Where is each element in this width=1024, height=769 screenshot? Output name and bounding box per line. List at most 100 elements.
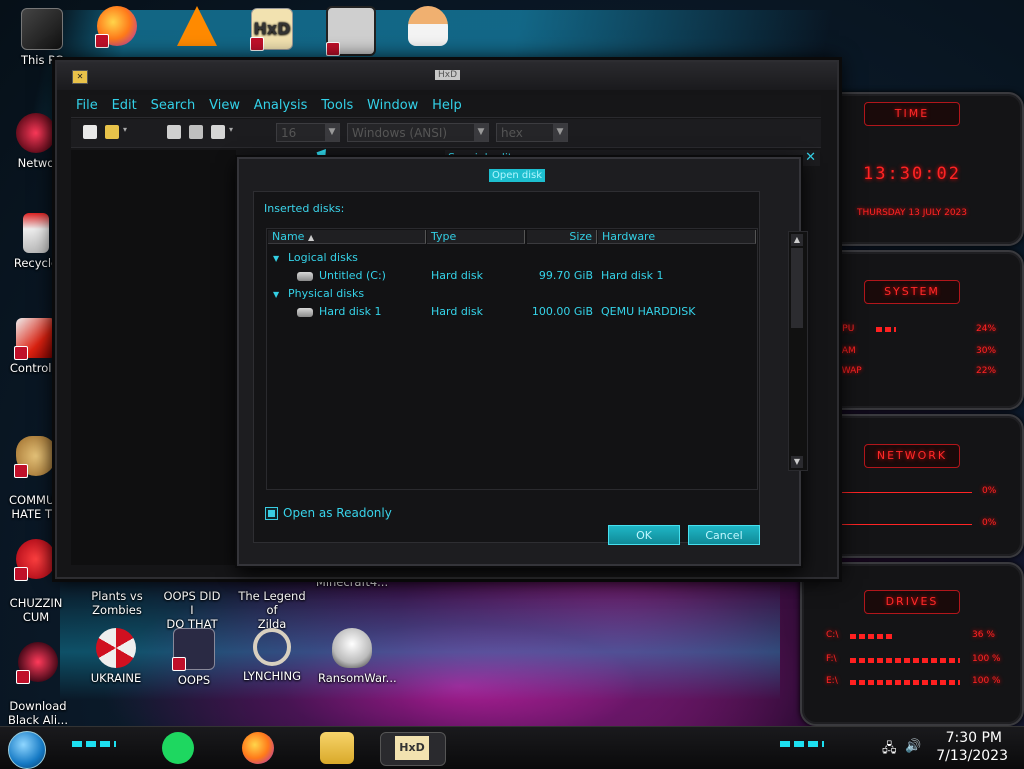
display-value: hex xyxy=(501,126,523,140)
radiation-icon xyxy=(96,628,136,668)
display-select[interactable]: hex ▼ xyxy=(496,123,568,142)
desktop-icon-label: Recycle xyxy=(13,256,59,270)
open-disk-dialog[interactable]: Open disk Inserted disks: Name ▲ Type Si… xyxy=(237,157,808,566)
volume-icon[interactable]: 🔊 xyxy=(905,739,921,754)
drive-c-value: 36 % xyxy=(972,630,995,640)
close-icon[interactable]: ✕ xyxy=(805,150,816,166)
open-folder-icon[interactable] xyxy=(105,125,119,139)
desktop-icon-label: CHUZZIN CUM xyxy=(9,596,63,624)
column-header-type[interactable]: Type xyxy=(427,230,525,244)
swap-value: 22% xyxy=(976,366,997,376)
hxd-app-icon[interactable]: ✕ xyxy=(72,70,88,84)
network-tray-icon[interactable]: 🖧 xyxy=(882,739,897,761)
taskbar-hxd-button[interactable]: HxD xyxy=(380,732,446,766)
menu-view[interactable]: View xyxy=(204,95,245,117)
desktop-icon-doctor[interactable] xyxy=(396,6,460,49)
column-header-name[interactable]: Name ▲ xyxy=(268,230,426,244)
drive-f-bar xyxy=(850,658,960,663)
desktop-icon-zilda[interactable]: The Legend of Zilda xyxy=(232,575,312,631)
menu-tools[interactable]: Tools xyxy=(316,95,358,117)
desktop-icon-vlc[interactable] xyxy=(165,6,229,49)
scroll-thumb[interactable] xyxy=(791,248,803,328)
disk-row[interactable]: Untitled (C:) Hard disk 99.70 GiB Hard d… xyxy=(267,267,755,285)
menu-search[interactable]: Search xyxy=(146,95,201,117)
readonly-label: Open as Readonly xyxy=(283,506,392,520)
group-row-physical[interactable]: ▼ Physical disks xyxy=(267,285,755,303)
chevron-down-icon[interactable]: ▾ xyxy=(123,125,131,139)
menu-analysis[interactable]: Analysis xyxy=(249,95,313,117)
computer-icon xyxy=(21,8,63,50)
desktop-icon-lynching[interactable]: LYNCHING xyxy=(240,628,304,683)
disk-list[interactable]: Name ▲ Type Size Hardware ▼ Logical disks… xyxy=(266,228,758,490)
sort-up-icon: ▲ xyxy=(307,233,315,242)
save-icon[interactable] xyxy=(211,125,225,139)
desktop-icon-label: The Legend of Zilda xyxy=(238,589,306,631)
vlc-icon xyxy=(177,6,217,46)
desktop-icon-plants-vs-zombies[interactable]: Plants vs Zombies xyxy=(85,575,149,617)
desktop-icon-label: RansomWar... xyxy=(318,671,397,685)
maze-icon xyxy=(326,6,376,56)
disk-hardware: Hard disk 1 xyxy=(601,269,664,282)
desktop-icon-this-pc[interactable]: This PC xyxy=(10,8,74,67)
network-down-value: 0% xyxy=(982,518,997,528)
chevron-down-icon: ▼ xyxy=(474,124,488,141)
hxd-icon: HxD xyxy=(250,8,293,51)
bytes-per-row-select[interactable]: 16 ▼ xyxy=(276,123,340,142)
desktop-icon-maze[interactable] xyxy=(319,6,383,59)
drive-f-value: 100 % xyxy=(972,654,1001,664)
network-graph-down xyxy=(842,524,972,525)
desktop-icon-ukraine[interactable]: UKRAINE xyxy=(84,628,148,685)
dialog-content: Inserted disks: Name ▲ Type Size Hardwar… xyxy=(253,191,760,543)
network-graph-up xyxy=(842,492,972,493)
group-expand-icon[interactable]: ▼ xyxy=(273,290,282,299)
hxd-titlebar[interactable]: ✕ HxD xyxy=(57,62,837,90)
scroll-up-icon[interactable]: ▲ xyxy=(791,234,803,246)
doctor-icon xyxy=(408,6,448,46)
ok-button[interactable]: OK xyxy=(608,525,680,545)
hard-disk-icon xyxy=(297,271,313,281)
time-gadget-title: TIME xyxy=(864,102,960,126)
menu-window[interactable]: Window xyxy=(362,95,423,117)
desktop-icon-oops-did-i[interactable]: OOPS DID I DO THAT xyxy=(160,575,224,631)
disk-icon[interactable] xyxy=(167,125,181,139)
readonly-checkbox[interactable] xyxy=(265,507,278,520)
dialog-title: Open disk xyxy=(489,169,546,182)
desktop-icon-oops[interactable]: OOPS xyxy=(162,628,226,687)
firefox-icon[interactable] xyxy=(242,732,274,764)
group-expand-icon[interactable]: ▼ xyxy=(273,254,282,263)
drive-e-value: 100 % xyxy=(972,676,1001,686)
disk-row[interactable]: Hard disk 1 Hard disk 100.00 GiB QEMU HA… xyxy=(267,303,755,321)
ram-icon[interactable] xyxy=(189,125,203,139)
desktop-icon-hxd[interactable]: HxD xyxy=(240,8,304,53)
readonly-option[interactable]: Open as Readonly xyxy=(265,506,392,520)
desktop-icon-black-alien[interactable]: Download Black Ali... xyxy=(6,628,70,727)
menu-file[interactable]: File xyxy=(71,95,103,117)
cancel-button[interactable]: Cancel xyxy=(688,525,760,545)
drive-e-label: E:\ xyxy=(826,676,838,686)
bytes-per-row-value: 16 xyxy=(281,126,297,140)
start-button[interactable] xyxy=(8,731,46,769)
column-header-hardware[interactable]: Hardware xyxy=(598,230,756,244)
desktop-icon-firefox[interactable] xyxy=(85,6,149,49)
file-explorer-icon[interactable] xyxy=(320,732,354,764)
new-file-icon[interactable] xyxy=(83,125,97,139)
system-gadget-title: SYSTEM xyxy=(864,280,960,304)
alien-icon xyxy=(16,642,58,684)
group-label: Logical disks xyxy=(288,251,358,264)
scroll-down-icon[interactable]: ▼ xyxy=(791,456,803,468)
chevron-down-icon[interactable]: ▾ xyxy=(229,125,237,139)
drive-c-label: C:\ xyxy=(826,630,839,640)
group-row-logical[interactable]: ▼ Logical disks xyxy=(267,249,755,267)
rope-icon xyxy=(253,628,291,666)
taskbar-date[interactable]: 7/13/2023 xyxy=(936,748,1008,764)
taskbar-time[interactable]: 7:30 PM xyxy=(946,730,1002,746)
desktop-icon-ransomware[interactable]: RansomWar... xyxy=(318,628,397,685)
oops-icon xyxy=(172,628,215,671)
column-header-size[interactable]: Size xyxy=(527,230,597,244)
dialog-scrollbar[interactable]: ▲ ▼ xyxy=(788,231,808,471)
notes-icon[interactable] xyxy=(162,732,194,764)
menu-edit[interactable]: Edit xyxy=(107,95,142,117)
desktop-icon-label: Plants vs Zombies xyxy=(91,589,143,617)
charset-select[interactable]: Windows (ANSI) ▼ xyxy=(347,123,489,142)
menu-help[interactable]: Help xyxy=(427,95,467,117)
